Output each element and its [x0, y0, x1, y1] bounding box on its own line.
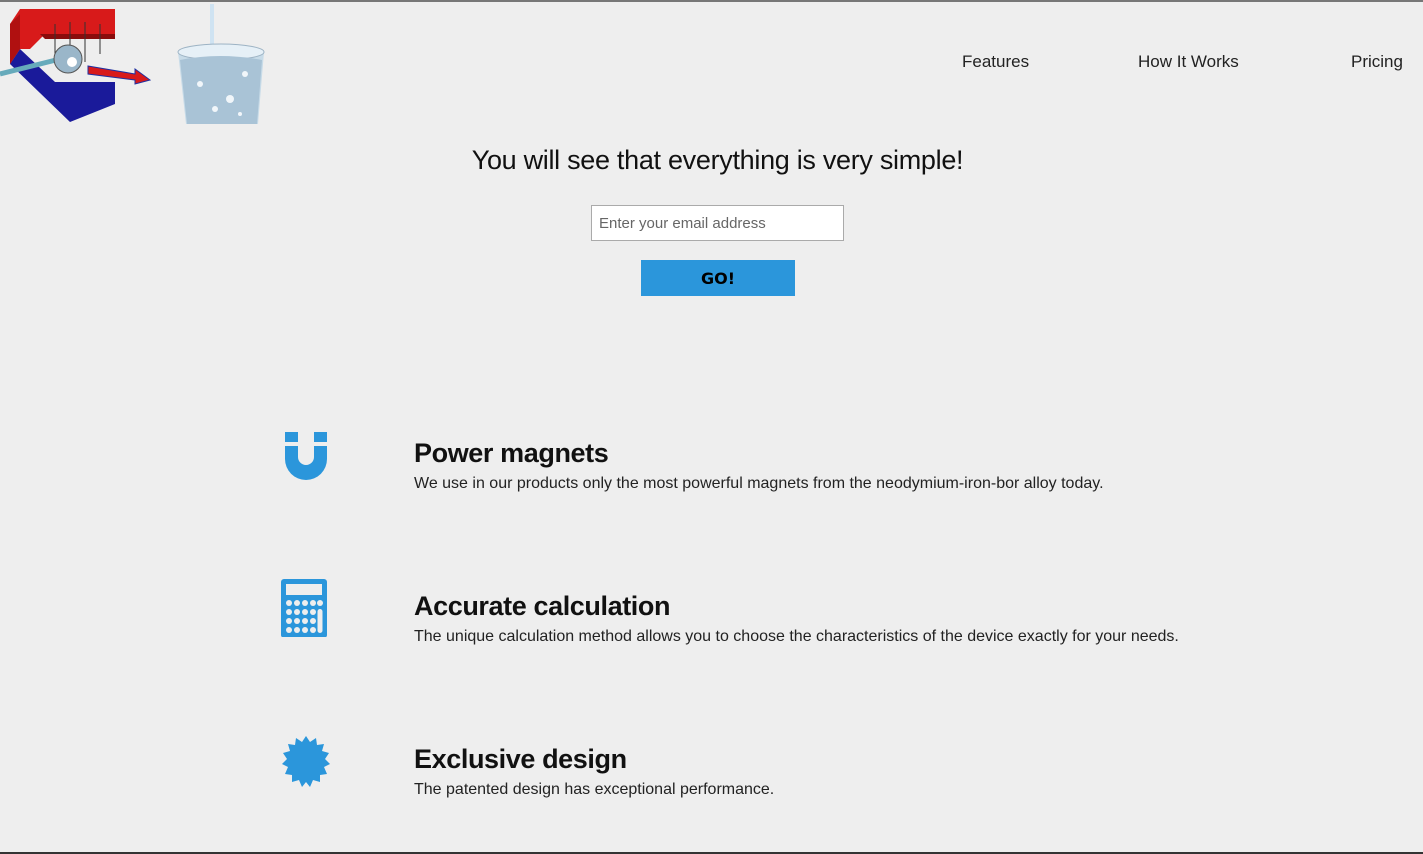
page: Features How It Works Pricing You will s… — [0, 0, 1423, 854]
nav-features[interactable]: Features — [962, 52, 1029, 72]
feature-title-exclusive-design: Exclusive design — [414, 744, 627, 774]
feature-desc-power-magnets: We use in our products only the most pow… — [414, 475, 1104, 492]
feature-title-power-magnets: Power magnets — [414, 438, 609, 468]
calculator-icon — [281, 579, 327, 637]
logo[interactable] — [0, 4, 270, 124]
feature-desc-accurate-calculation: The unique calculation method allows you… — [414, 628, 1179, 645]
email-field[interactable] — [591, 205, 844, 241]
badge-icon — [282, 736, 330, 787]
magnet-icon — [285, 432, 327, 480]
nav-how-it-works[interactable]: How It Works — [1138, 52, 1239, 72]
feature-title-accurate-calculation: Accurate calculation — [414, 591, 671, 621]
feature-desc-exclusive-design: The patented design has exceptional perf… — [414, 781, 775, 798]
hero-title: You will see that everything is very sim… — [471, 145, 964, 175]
nav-pricing[interactable]: Pricing — [1351, 52, 1403, 72]
go-button[interactable]: GO! — [641, 260, 795, 296]
